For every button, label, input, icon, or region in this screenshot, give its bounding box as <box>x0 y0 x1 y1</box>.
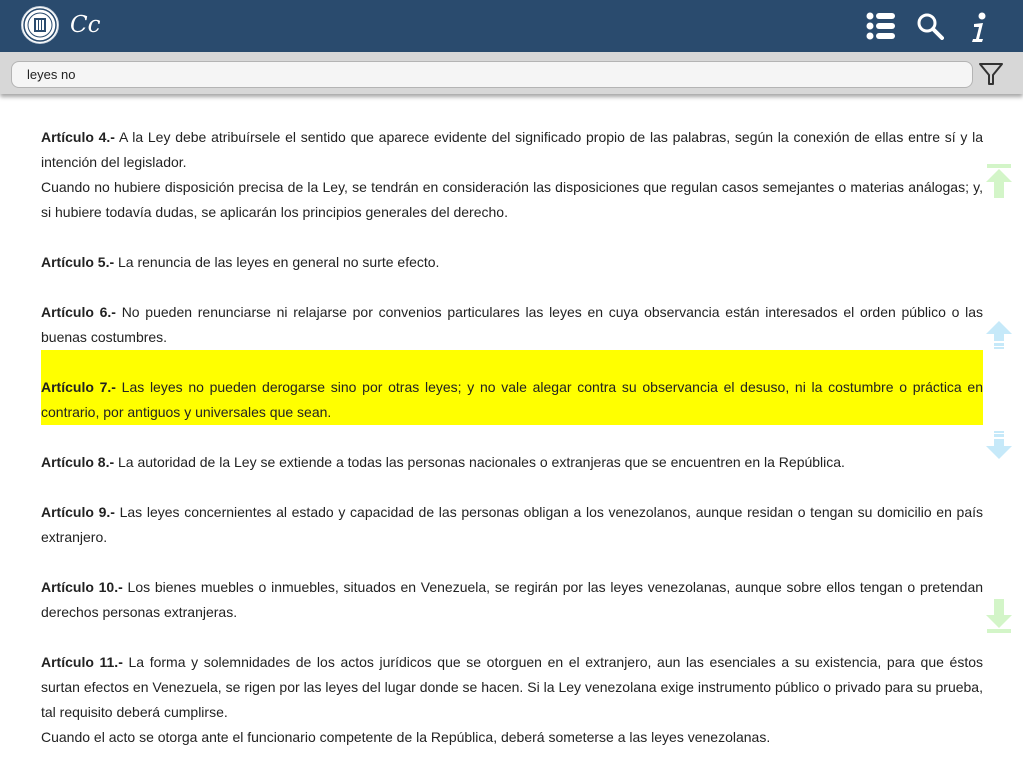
article-number: Artículo 11.- <box>41 654 123 670</box>
article-6: Artículo 6.- No pueden renunciarse ni re… <box>41 300 983 350</box>
article-text: A la Ley debe atribuírsele el sentido qu… <box>41 129 983 170</box>
search-icon[interactable] <box>916 12 944 40</box>
search-input[interactable] <box>11 61 973 88</box>
article-number: Artículo 4.- <box>41 129 115 145</box>
law-content[interactable]: Artículo 4.- A la Ley debe atribuírsele … <box>0 95 1023 759</box>
article-text: La forma y solemnidades de los actos jur… <box>41 654 983 720</box>
article-number: Artículo 8.- <box>41 454 115 470</box>
article-text: La renuncia de las leyes en general no s… <box>118 254 440 270</box>
article-11: Artículo 11.- La forma y solemnidades de… <box>41 650 983 750</box>
article-number: Artículo 9.- <box>41 504 115 520</box>
article-text: Cuando el acto se otorga ante el funcion… <box>41 729 771 745</box>
scroll-top-icon[interactable] <box>985 163 1013 199</box>
article-number: Artículo 6.- <box>41 304 116 320</box>
app-title: Cc <box>70 12 101 38</box>
article-number: Artículo 7.- <box>41 379 116 395</box>
article-text: La autoridad de la Ley se extiende a tod… <box>118 454 845 470</box>
article-10: Artículo 10.- Los bienes muebles o inmue… <box>41 575 983 625</box>
previous-match-icon[interactable] <box>985 320 1013 350</box>
next-match-icon[interactable] <box>985 430 1013 460</box>
article-4: Artículo 4.- A la Ley debe atribuírsele … <box>41 125 983 225</box>
scroll-bottom-icon[interactable] <box>985 598 1013 634</box>
search-bar <box>0 52 1023 94</box>
article-text: No pueden renunciarse ni relajarse por c… <box>41 304 983 345</box>
seal-icon <box>23 8 57 42</box>
article-5: Artículo 5.- La renuncia de las leyes en… <box>41 250 983 275</box>
list-icon[interactable] <box>866 12 896 40</box>
filter-icon[interactable] <box>978 61 1004 87</box>
article-text: Los bienes muebles o inmuebles, situados… <box>41 579 984 620</box>
app-logo[interactable] <box>21 6 59 44</box>
article-8: Artículo 8.- La autoridad de la Ley se e… <box>41 450 983 475</box>
article-number: Artículo 10.- <box>41 579 123 595</box>
article-text: Las leyes concernientes al estado y capa… <box>41 504 984 545</box>
article-9: Artículo 9.- Las leyes concernientes al … <box>41 500 983 550</box>
article-text: Cuando no hubiere disposición precisa de… <box>41 179 983 220</box>
app-header: Cc <box>0 0 1023 52</box>
article-number: Artículo 5.- <box>41 254 115 270</box>
article-7-search-match: Artículo 7.- Las leyes no pueden derogar… <box>41 350 983 425</box>
info-icon[interactable] <box>969 12 989 44</box>
article-text: Las leyes no pueden derogarse sino por o… <box>41 379 983 420</box>
